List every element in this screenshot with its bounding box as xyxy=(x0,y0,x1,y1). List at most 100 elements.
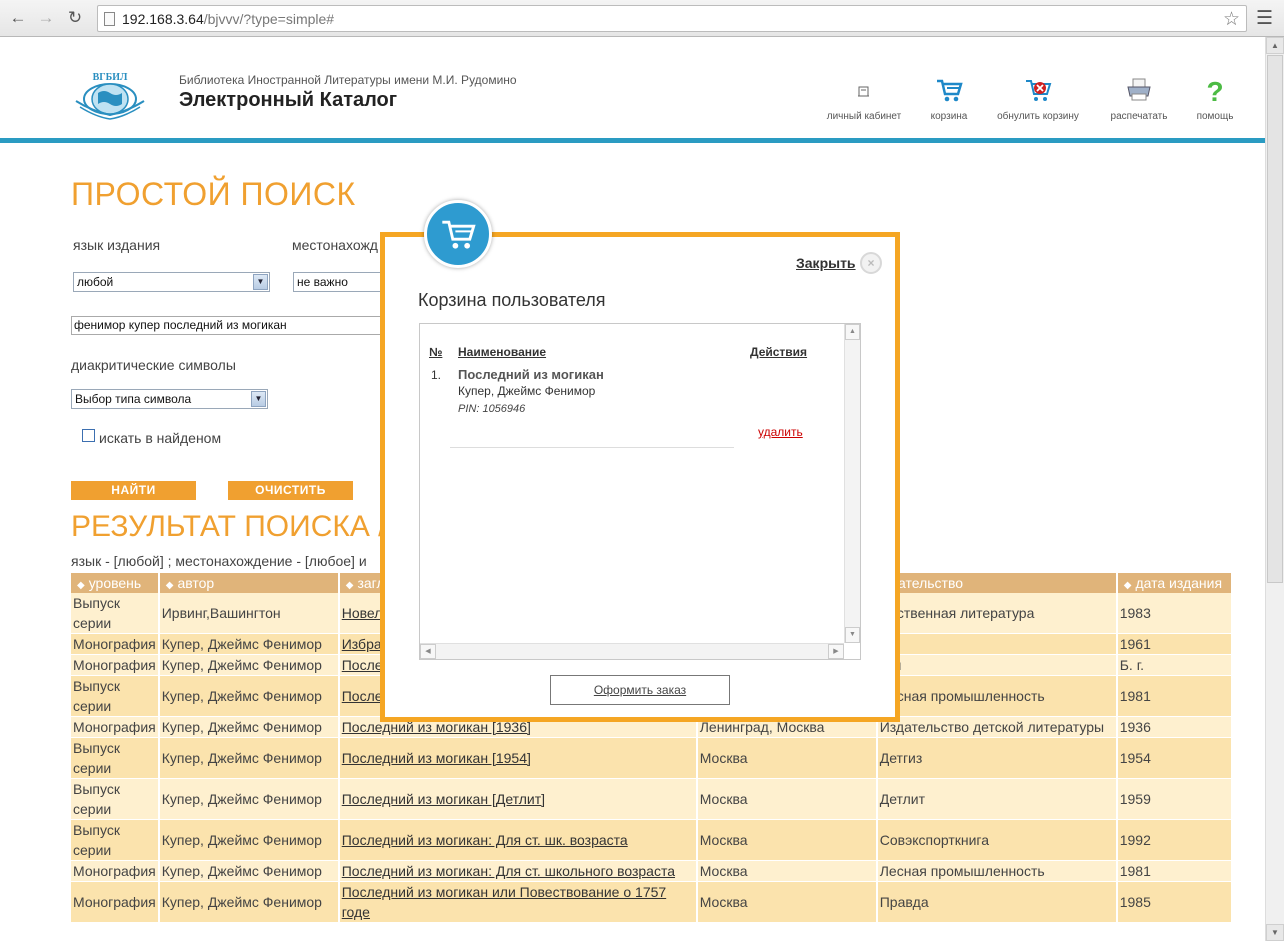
location-label: местонахожд xyxy=(292,237,378,253)
cell-level: Выпуск серии xyxy=(71,675,160,717)
cell-level: Монография xyxy=(71,860,160,882)
table-row: Монография Купер, Джеймс Фенимор Последний… xyxy=(71,860,1234,882)
diacritic-label: диакритические символы xyxy=(71,357,236,373)
svg-text:ВГБИЛ: ВГБИЛ xyxy=(93,72,128,83)
page-icon xyxy=(104,12,115,26)
scroll-up-icon[interactable]: ▲ xyxy=(1266,37,1284,54)
browser-menu-icon[interactable]: ☰ xyxy=(1256,7,1273,30)
cart-item-title: Последний из могикан xyxy=(458,367,604,382)
clear-button[interactable]: ОЧИСТИТЬ xyxy=(228,481,353,500)
table-row: Выпуск серии Купер, Джеймс Фенимор Последн… xyxy=(71,737,1234,779)
sort-icon: ◆ xyxy=(77,580,85,591)
cell-title[interactable]: Последний из могикан [Детлит] xyxy=(338,778,698,820)
cart-item-pin: PIN: 1056946 xyxy=(458,403,526,415)
cell-publisher: Издательство детской литературы xyxy=(876,716,1118,738)
cell-date: 1961 xyxy=(1116,633,1234,655)
tool-cart[interactable]: корзина xyxy=(928,77,970,122)
browser-toolbar: ← → ↻ 192.168.3.64/bjvvv/?type=simple# ☆… xyxy=(0,0,1284,37)
page-scrollbar[interactable]: ▲ ▼ xyxy=(1265,37,1284,941)
col-actions[interactable]: Действия xyxy=(750,345,807,359)
chevron-down-icon: ▼ xyxy=(251,391,266,407)
scroll-right-icon[interactable]: ▶ xyxy=(828,644,844,659)
cell-author: Ирвинг,Вашингтон xyxy=(158,593,340,634)
col-name[interactable]: Наименование xyxy=(458,345,546,359)
record-title-link[interactable]: Последний из могикан [1954] xyxy=(342,750,531,766)
divider xyxy=(450,447,734,448)
cell-level: Монография xyxy=(71,881,160,923)
record-title-link[interactable]: Последний из могикан: Для ст. школьного … xyxy=(342,863,675,879)
cart-scrollbar-vertical[interactable]: ▲ ▼ xyxy=(844,324,860,643)
location-select[interactable]: не важно xyxy=(293,272,383,292)
cell-publisher: Лесная промышленность xyxy=(876,675,1118,717)
cart-item-author: Купер, Джеймс Фенимор xyxy=(458,384,596,398)
cart-scrollbar-horizontal[interactable]: ◀ ▶ xyxy=(420,643,844,659)
cell-publisher: кин xyxy=(876,654,1118,676)
cell-title[interactable]: Последний из могикан: Для ст. школьного … xyxy=(338,860,698,882)
help-icon: ? xyxy=(1206,76,1224,107)
col-number[interactable]: № xyxy=(429,345,442,359)
tool-clear-cart[interactable]: обнулить корзину xyxy=(994,77,1082,122)
cell-publisher: Совэкспорткнига xyxy=(876,819,1118,861)
scroll-down-icon[interactable]: ▼ xyxy=(845,627,860,643)
table-row: Выпуск серии Купер, Джеймс Фенимор Последн… xyxy=(71,819,1234,861)
find-button[interactable]: НАЙТИ xyxy=(71,481,196,500)
cell-author: Купер, Джеймс Фенимор xyxy=(158,675,340,717)
reload-icon[interactable]: ↻ xyxy=(65,8,85,28)
scroll-thumb[interactable] xyxy=(1267,55,1283,583)
record-title-link[interactable]: Последний из могикан: Для ст. шк. возрас… xyxy=(342,832,628,848)
printer-icon xyxy=(1108,77,1170,111)
scroll-down-icon[interactable]: ▼ xyxy=(1266,924,1284,941)
close-icon[interactable]: × xyxy=(860,252,882,274)
address-bar[interactable]: 192.168.3.64/bjvvv/?type=simple# ☆ xyxy=(97,5,1247,32)
scroll-up-icon[interactable]: ▲ xyxy=(845,324,860,340)
col-level[interactable]: ◆ уровень xyxy=(71,573,160,593)
delete-link[interactable]: удалить xyxy=(758,425,803,439)
modal-title: Корзина пользователя xyxy=(418,290,606,310)
cell-date: 1954 xyxy=(1116,737,1234,779)
search-in-found-label: искать в найденом xyxy=(99,430,222,446)
search-input[interactable]: фенимор купер последний из могикан xyxy=(71,316,391,335)
cell-level: Выпуск серии xyxy=(71,778,160,820)
back-icon[interactable]: ← xyxy=(8,8,28,28)
language-select[interactable]: любой ▼ xyxy=(73,272,270,292)
search-in-found-checkbox[interactable] xyxy=(82,429,95,442)
cell-publisher: Детгиз xyxy=(876,737,1118,779)
results-title: РЕЗУЛЬТАТ ПОИСКА / xyxy=(71,510,387,543)
record-title-link[interactable]: Последний из могикан или Повествование о… xyxy=(342,884,666,920)
cell-date: Б. г. xyxy=(1116,654,1234,676)
cell-author: Купер, Джеймс Фенимор xyxy=(158,881,340,923)
cell-title[interactable]: Последний из могикан: Для ст. шк. возрас… xyxy=(338,819,698,861)
place-order-button[interactable]: Оформить заказ xyxy=(550,675,730,705)
cell-title[interactable]: Последний из могикан [1954] xyxy=(338,737,698,779)
col-date[interactable]: ◆ дата издания xyxy=(1116,573,1234,593)
col-author[interactable]: ◆ автор xyxy=(158,573,340,593)
tool-personal-account[interactable]: личный кабинет xyxy=(826,77,902,122)
cell-date: 1959 xyxy=(1116,778,1234,820)
close-link[interactable]: Закрыть xyxy=(796,255,856,271)
tool-help[interactable]: ? помощь xyxy=(1195,76,1235,123)
cell-place: Москва xyxy=(696,778,878,820)
cell-level: Монография xyxy=(71,633,160,655)
col-publisher[interactable]: здательство xyxy=(876,573,1118,593)
bookmark-star-icon[interactable]: ☆ xyxy=(1223,8,1240,31)
cell-date: 1992 xyxy=(1116,819,1234,861)
clear-cart-icon xyxy=(994,77,1082,111)
cell-author: Купер, Джеймс Фенимор xyxy=(158,819,340,861)
table-row: Выпуск серии Купер, Джеймс Фенимор Последн… xyxy=(71,778,1234,820)
scroll-left-icon[interactable]: ◀ xyxy=(420,644,436,659)
library-logo[interactable]: ВГБИЛ xyxy=(72,71,148,121)
cell-level: Выпуск серии xyxy=(71,593,160,634)
cell-title[interactable]: Последний из могикан или Повествование о… xyxy=(338,881,698,923)
cell-author: Купер, Джеймс Фенимор xyxy=(158,654,340,676)
record-title-link[interactable]: Последний из могикан [Детлит] xyxy=(342,791,545,807)
cell-level: Монография xyxy=(71,654,160,676)
tool-print[interactable]: распечатать xyxy=(1108,77,1170,122)
diacritic-select[interactable]: Выбор типа символа ▼ xyxy=(71,389,268,409)
language-label: язык издания xyxy=(73,237,161,253)
forward-icon[interactable]: → xyxy=(36,8,56,28)
results-meta: язык - [любой] ; местонахождение - [любо… xyxy=(71,553,367,569)
table-row: Монография Купер, Джеймс Фенимор Последний… xyxy=(71,881,1234,923)
cart-item-number: 1. xyxy=(431,368,442,382)
cell-author: Купер, Джеймс Фенимор xyxy=(158,737,340,779)
cell-publisher: Детлит xyxy=(876,778,1118,820)
